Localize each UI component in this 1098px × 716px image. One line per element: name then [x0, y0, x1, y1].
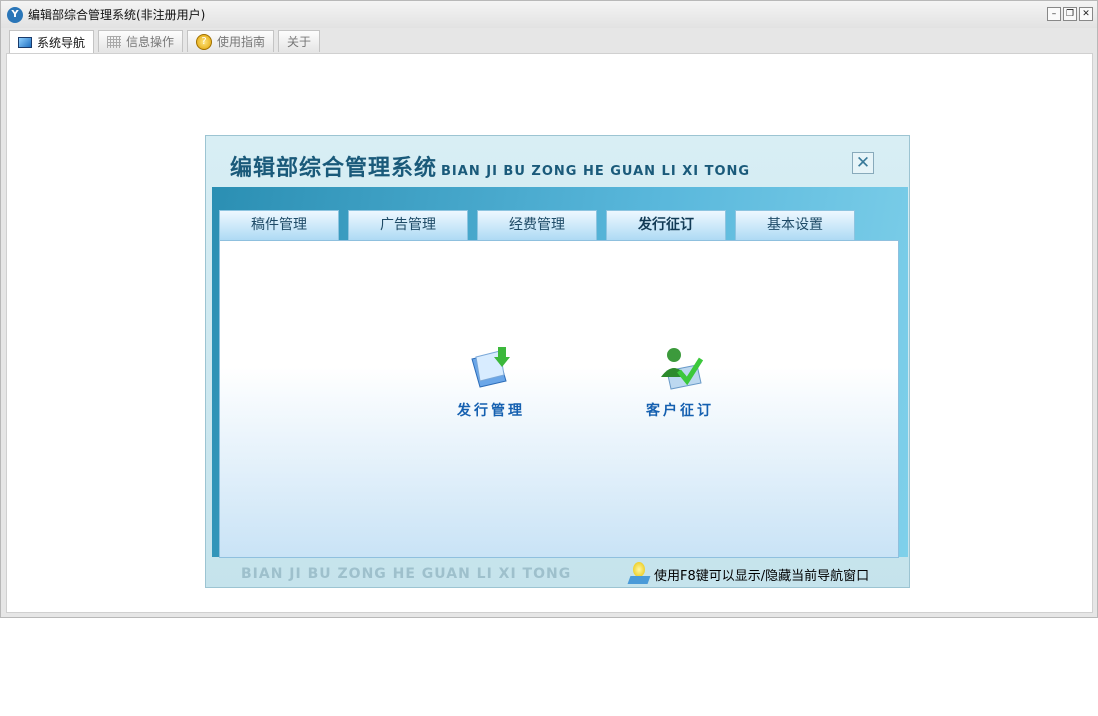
main-tabs: 系统导航 信息操作 ? 使用指南 关于: [9, 30, 321, 54]
item-label: 客户征订: [646, 403, 714, 419]
tab-label: 信息操作: [126, 35, 175, 49]
tab-info-ops[interactable]: 信息操作: [98, 30, 184, 52]
help-icon: ?: [196, 33, 213, 50]
tab-funding[interactable]: 经费管理: [477, 210, 597, 241]
tab-guide[interactable]: ? 使用指南: [187, 30, 275, 52]
minimize-button[interactable]: –: [1047, 7, 1061, 21]
dialog-title-text: 编辑部综合管理系统: [230, 156, 438, 181]
distribution-icon: [471, 347, 510, 388]
nav-icon: [18, 37, 32, 48]
tab-distribution[interactable]: 发行征订: [606, 210, 726, 241]
window-title: 编辑部综合管理系统(非注册用户): [28, 8, 206, 22]
dialog-tabs: 稿件管理 广告管理 经费管理 发行征订 基本设置: [219, 210, 855, 241]
tab-label: 关于: [287, 35, 312, 49]
title-bar: Y 编辑部综合管理系统(非注册用户) – ❐ ✕: [1, 1, 1097, 28]
close-button[interactable]: ✕: [1079, 7, 1093, 21]
distribution-management-item[interactable]: 发行管理: [431, 345, 551, 420]
footer-brand-text: BIAN JI BU ZONG HE GUAN LI XI TONG: [241, 566, 572, 582]
tab-about[interactable]: 关于: [278, 30, 321, 52]
f8-tip: 使用F8键可以显示/隐藏当前导航窗口: [628, 562, 869, 586]
tip-text: 使用F8键可以显示/隐藏当前导航窗口: [654, 568, 870, 584]
customer-subscribe-icon: [661, 348, 704, 390]
tab-advertising[interactable]: 广告管理: [348, 210, 468, 241]
tab-system-nav[interactable]: 系统导航: [9, 30, 95, 54]
lightbulb-icon: [628, 562, 650, 586]
dialog-subtitle: BIAN JI BU ZONG HE GUAN LI XI TONG: [441, 164, 751, 179]
dialog-close-button[interactable]: ✕: [852, 152, 874, 174]
navigation-dialog: 编辑部综合管理系统 BIAN JI BU ZONG HE GUAN LI XI T…: [205, 135, 910, 588]
tab-label: 系统导航: [37, 36, 86, 50]
restore-button[interactable]: ❐: [1063, 7, 1077, 21]
grid-icon: [107, 35, 122, 48]
tab-label: 使用指南: [217, 35, 266, 49]
dialog-title: 编辑部综合管理系统 BIAN JI BU ZONG HE GUAN LI XI T…: [230, 150, 750, 182]
item-label: 发行管理: [457, 403, 525, 419]
customer-subscription-item[interactable]: 客户征订: [620, 345, 740, 420]
tab-settings[interactable]: 基本设置: [735, 210, 855, 241]
tab-manuscript[interactable]: 稿件管理: [219, 210, 339, 241]
app-logo-icon: Y: [7, 6, 23, 23]
dialog-panel: 发行管理 客户征订: [219, 240, 899, 558]
